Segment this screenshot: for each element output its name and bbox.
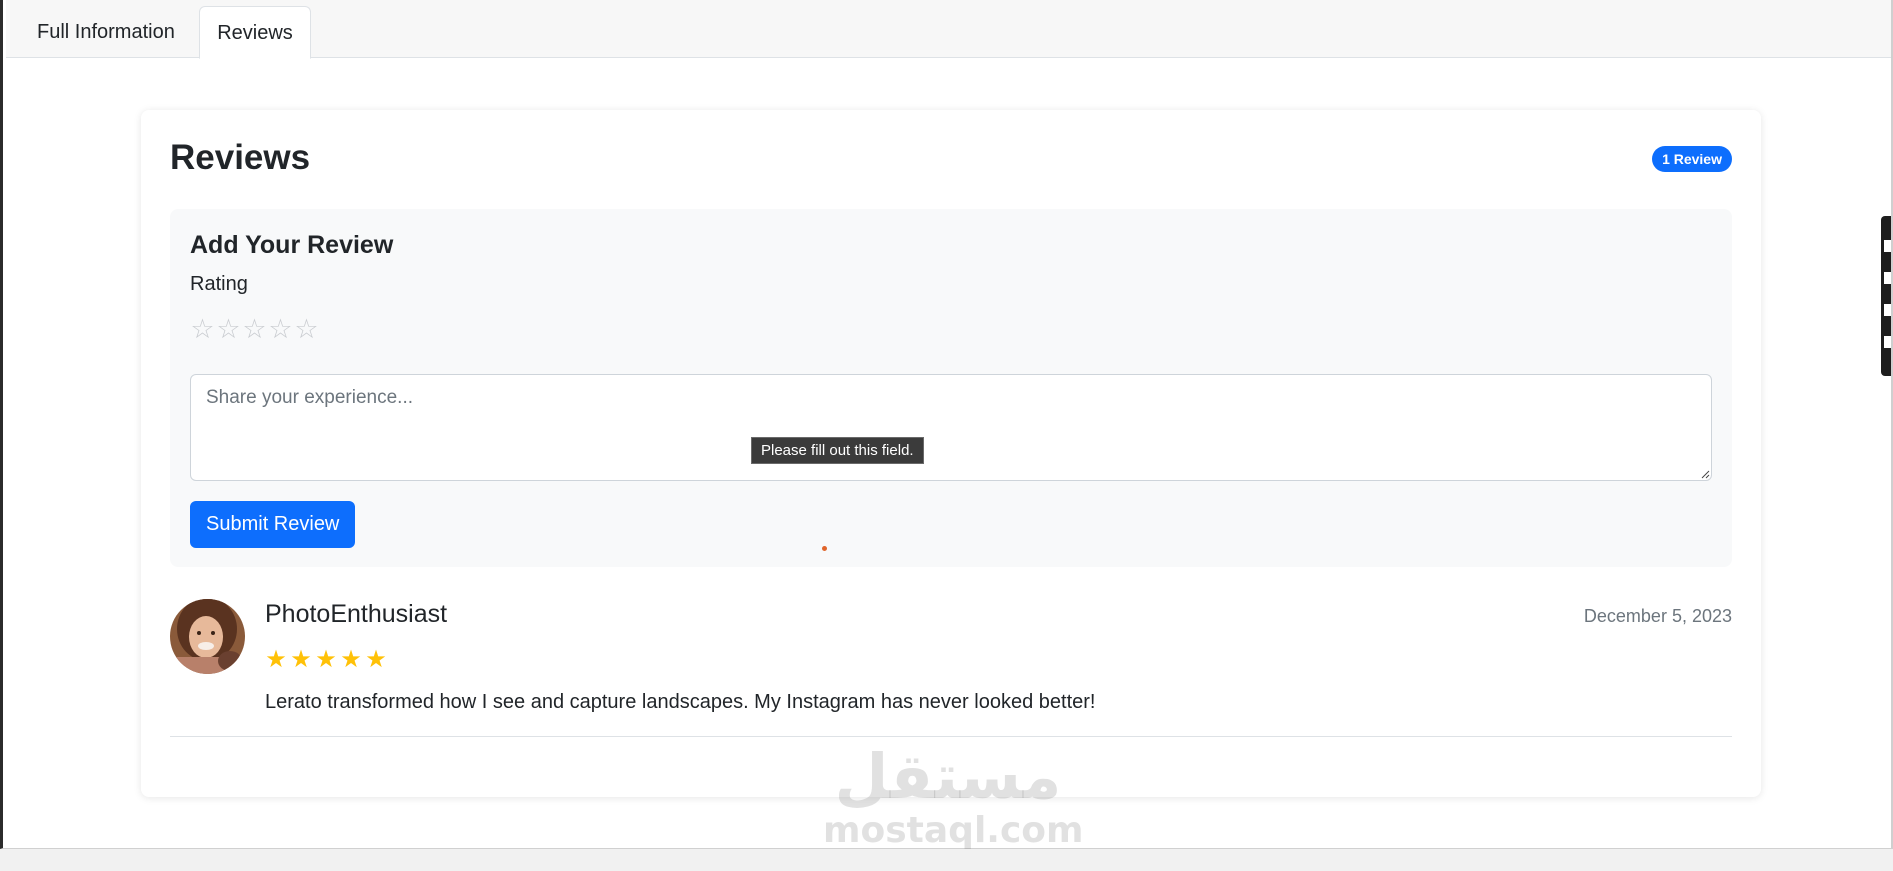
tab-full-information[interactable]: Full Information: [17, 6, 200, 59]
side-toolbar[interactable]: [1881, 216, 1891, 376]
watermark-logo: مستقل mostaql.com: [823, 740, 1084, 851]
rating-star-2-icon[interactable]: ☆: [216, 315, 241, 345]
avatar: [170, 599, 245, 674]
star-filled-icon: ★: [290, 645, 312, 673]
review-date: December 5, 2023: [1583, 606, 1732, 626]
rating-stars-input: ☆ ☆ ☆ ☆ ☆: [190, 315, 319, 345]
reviews-card: Reviews 1 Review Add Your Review Rating …: [141, 110, 1761, 797]
rating-star-1-icon[interactable]: ☆: [190, 315, 215, 345]
rating-star-4-icon[interactable]: ☆: [268, 315, 293, 345]
review-text: Lerato transformed how I see and capture…: [265, 691, 1096, 713]
rating-star-3-icon[interactable]: ☆: [242, 315, 267, 345]
reviews-title: Reviews: [170, 138, 311, 177]
tab-bar: Full Information Reviews: [6, 0, 1891, 59]
validation-tooltip: Please fill out this field.: [751, 437, 924, 464]
rating-label: Rating: [190, 273, 248, 295]
add-review-form: Add Your Review Rating ☆ ☆ ☆ ☆ ☆ Please …: [170, 209, 1732, 567]
add-review-title: Add Your Review: [190, 231, 394, 259]
star-filled-icon: ★: [265, 645, 287, 673]
star-filled-icon: ★: [315, 645, 337, 673]
review-count-badge: 1 Review: [1652, 146, 1732, 172]
reviewer-name: PhotoEnthusiast: [265, 600, 448, 628]
page-frame: Full Information Reviews Reviews 1 Revie…: [0, 0, 1893, 851]
cursor-dot: [822, 546, 827, 551]
resize-grip-icon[interactable]: [1700, 469, 1710, 479]
review-divider: [170, 736, 1732, 737]
rating-star-5-icon[interactable]: ☆: [294, 315, 319, 345]
review-textarea[interactable]: [190, 374, 1712, 481]
tab-reviews[interactable]: Reviews: [199, 6, 311, 59]
bottom-strip: [0, 849, 1893, 871]
submit-review-button[interactable]: Submit Review: [190, 501, 356, 548]
watermark-latin: mostaql.com: [823, 810, 1084, 851]
review-rating: ★ ★ ★ ★ ★: [264, 645, 388, 673]
star-filled-icon: ★: [340, 645, 362, 673]
watermark-arabic: مستقل: [834, 740, 1062, 813]
star-filled-icon: ★: [365, 645, 387, 673]
